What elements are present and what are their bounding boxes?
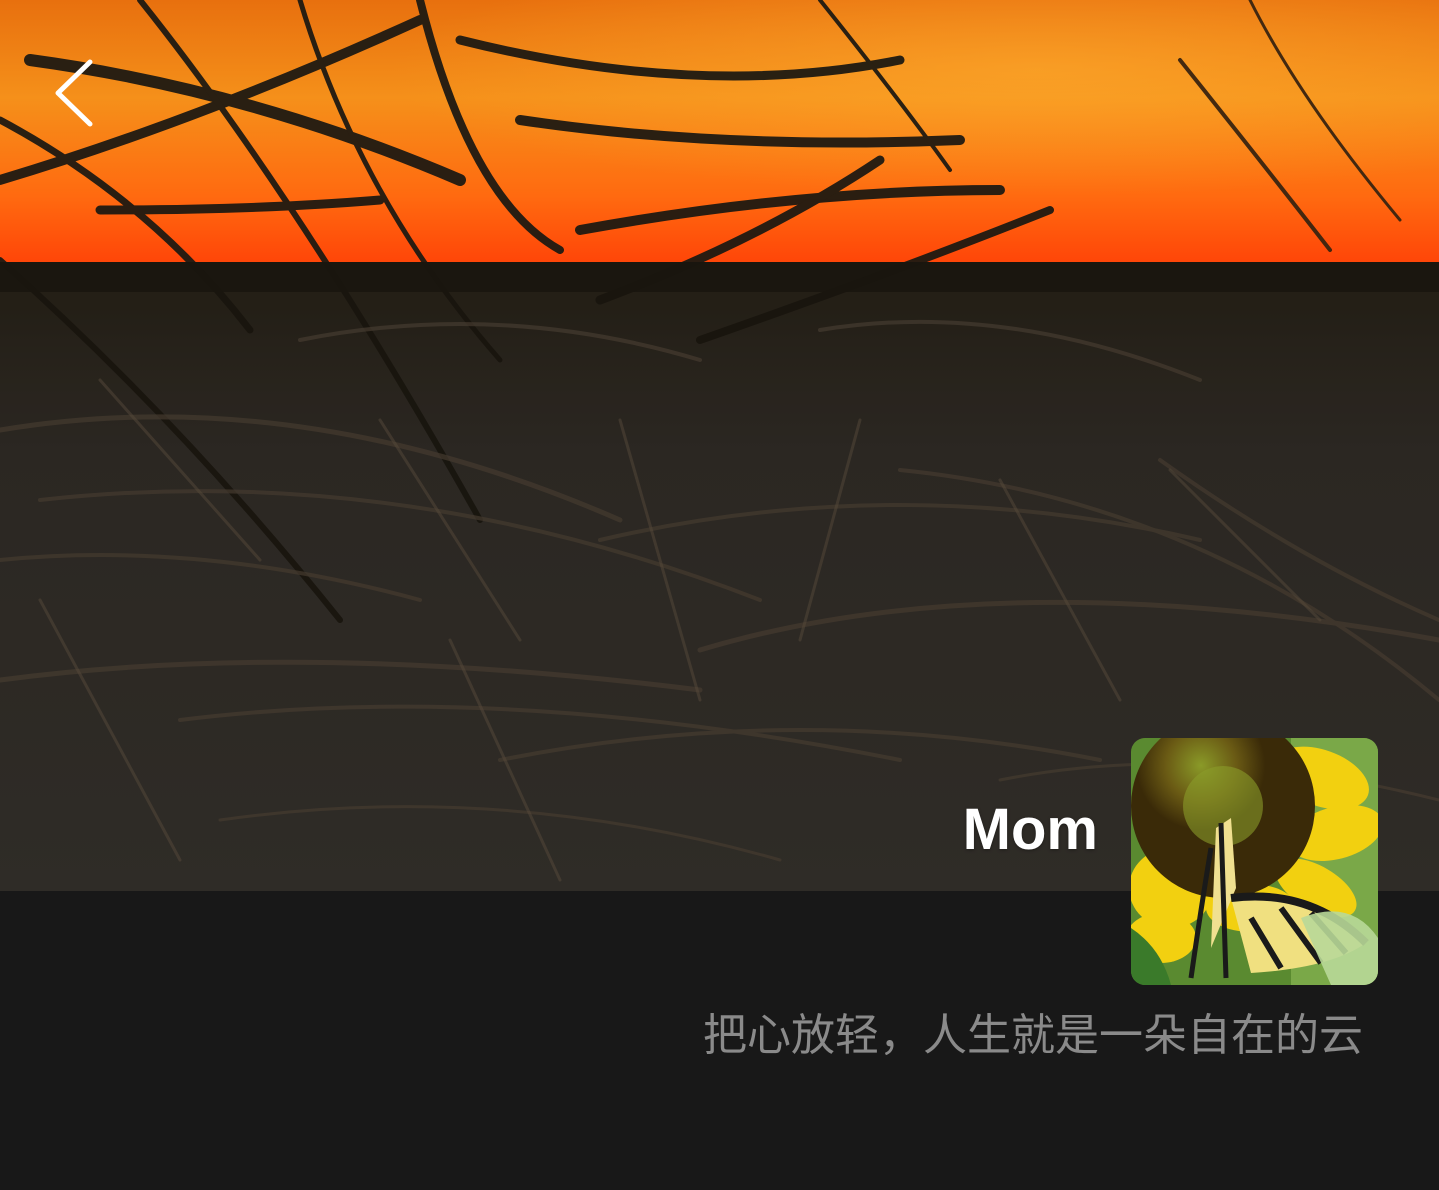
back-button[interactable] — [40, 50, 110, 136]
moments-profile-page: Mom 把心放轻，人生就是一朵自在的云 — [0, 0, 1439, 1190]
chevron-left-icon — [55, 59, 93, 127]
avatar-image — [1131, 738, 1378, 985]
profile-signature: 把心放轻，人生就是一朵自在的云 — [703, 1010, 1363, 1061]
avatar[interactable] — [1131, 738, 1378, 985]
profile-nickname: Mom — [962, 797, 1098, 862]
